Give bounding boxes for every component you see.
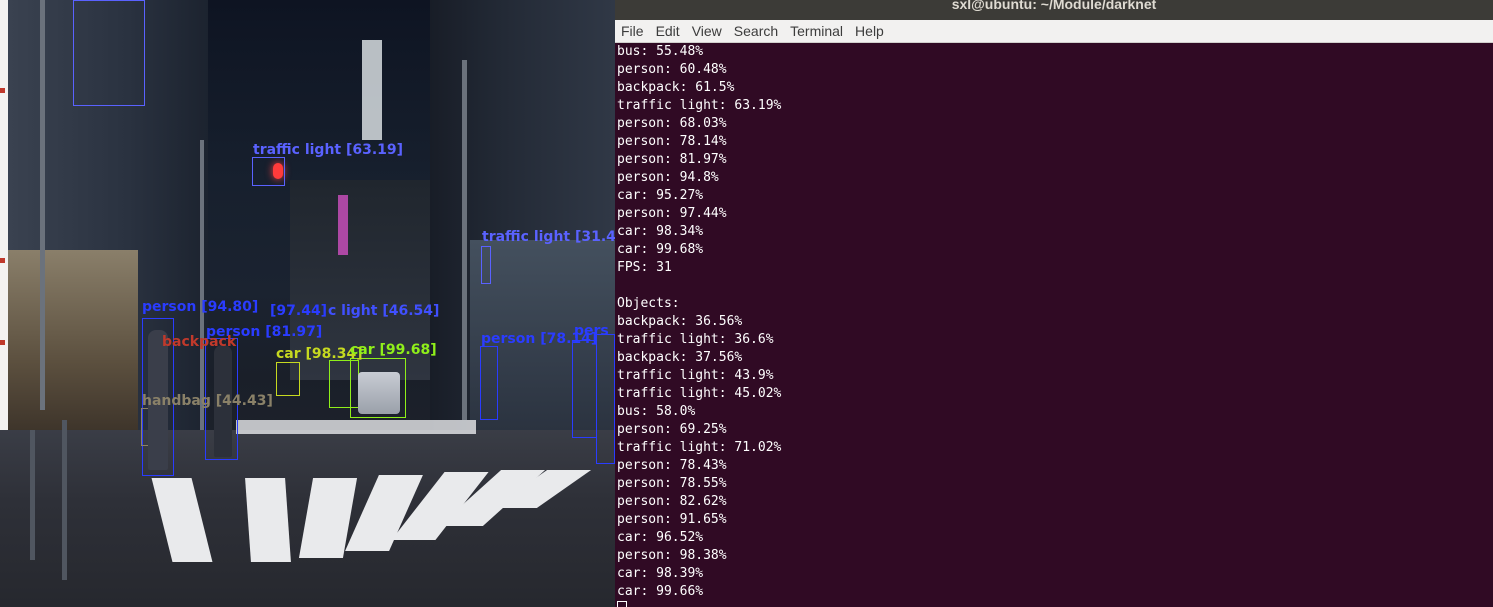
detection-video-frame: traffic light [63.19] traffic light [31.… xyxy=(0,0,615,607)
street-pole xyxy=(40,0,45,410)
terminal-line: bus: 55.48% xyxy=(617,44,704,59)
person-box xyxy=(480,346,498,420)
menu-view[interactable]: View xyxy=(686,20,728,42)
far-crosswalk xyxy=(236,420,476,434)
white-car xyxy=(358,372,400,414)
shop-front-left xyxy=(8,250,138,440)
detection-label: person [94.80] xyxy=(142,299,259,315)
terminal-line: person: 60.48% xyxy=(617,62,727,77)
terminal-line: FPS: 31 xyxy=(617,260,672,275)
neon-sign xyxy=(338,195,348,255)
terminal-line: person: 78.55% xyxy=(617,476,727,491)
terminal-line: Objects: xyxy=(617,296,680,311)
terminal-line: person: 78.43% xyxy=(617,458,727,473)
terminal-line: car: 99.66% xyxy=(617,584,704,599)
terminal-line: traffic light: 71.02% xyxy=(617,440,782,455)
terminal-line: person: 69.25% xyxy=(617,422,727,437)
terminal-line: backpack: 37.56% xyxy=(617,350,743,365)
detection-label: pers xyxy=(574,323,609,339)
street-pole xyxy=(462,60,467,420)
terminal-line: person: 98.38% xyxy=(617,548,727,563)
terminal-line: traffic light: 43.9% xyxy=(617,368,774,383)
menu-terminal[interactable]: Terminal xyxy=(784,20,849,42)
menu-bar: File Edit View Search Terminal Help xyxy=(615,20,1493,43)
terminal-output[interactable]: bus: 55.48% person: 60.48% backpack: 61.5%… xyxy=(617,43,1487,607)
terminal-line: traffic light: 36.6% xyxy=(617,332,774,347)
detection-label: c light [46.54] xyxy=(328,303,440,319)
street-pole xyxy=(62,420,67,580)
traffic-light-box-right xyxy=(481,246,491,284)
terminal-line: car: 98.34% xyxy=(617,224,704,239)
terminal-line: person: 97.44% xyxy=(617,206,727,221)
menu-edit[interactable]: Edit xyxy=(650,20,686,42)
car-box xyxy=(276,362,300,396)
terminal-line: person: 91.65% xyxy=(617,512,727,527)
terminal-line: person: 94.8% xyxy=(617,170,719,185)
detection-label: traffic light [63.19] xyxy=(253,142,404,158)
detection-label: car [99.68] xyxy=(350,342,437,358)
traffic-light-box-top xyxy=(73,0,145,106)
person-box xyxy=(572,340,597,438)
terminal-line: backpack: 61.5% xyxy=(617,80,735,95)
crosswalk-stripe xyxy=(245,478,291,562)
window-title: sxl@ubuntu: ~/Module/darknet xyxy=(951,0,1157,12)
menu-file[interactable]: File xyxy=(615,20,650,42)
terminal-line: person: 68.03% xyxy=(617,116,727,131)
terminal-line: traffic light: 63.19% xyxy=(617,98,782,113)
terminal-line: car: 96.52% xyxy=(617,530,704,545)
storefront-sign xyxy=(362,40,382,140)
terminal-line: person: 82.62% xyxy=(617,494,727,509)
text-cursor xyxy=(617,601,627,607)
terminal-window[interactable]: sxl@ubuntu: ~/Module/darknet File Edit Vie… xyxy=(615,0,1493,607)
traffic-light-box xyxy=(252,157,285,186)
terminal-line: bus: 58.0% xyxy=(617,404,696,419)
terminal-line: person: 81.97% xyxy=(617,152,727,167)
detection-label: [97.44] xyxy=(270,303,328,319)
detection-label: handbag [44.43] xyxy=(142,393,273,409)
detection-label: traffic light [31.4 xyxy=(482,229,615,245)
terminal-line: person: 78.14% xyxy=(617,134,727,149)
title-bar[interactable]: sxl@ubuntu: ~/Module/darknet xyxy=(615,0,1493,20)
terminal-line: backpack: 36.56% xyxy=(617,314,743,329)
terminal-line: traffic light: 45.02% xyxy=(617,386,782,401)
menu-help[interactable]: Help xyxy=(849,20,890,42)
person-box xyxy=(596,334,615,464)
terminal-line: car: 99.68% xyxy=(617,242,704,257)
street-pole xyxy=(200,140,204,430)
menu-search[interactable]: Search xyxy=(728,20,784,42)
street-pole xyxy=(30,430,35,560)
terminal-line: car: 95.27% xyxy=(617,188,704,203)
terminal-line: car: 98.39% xyxy=(617,566,704,581)
detection-label: backpack xyxy=(162,334,237,350)
